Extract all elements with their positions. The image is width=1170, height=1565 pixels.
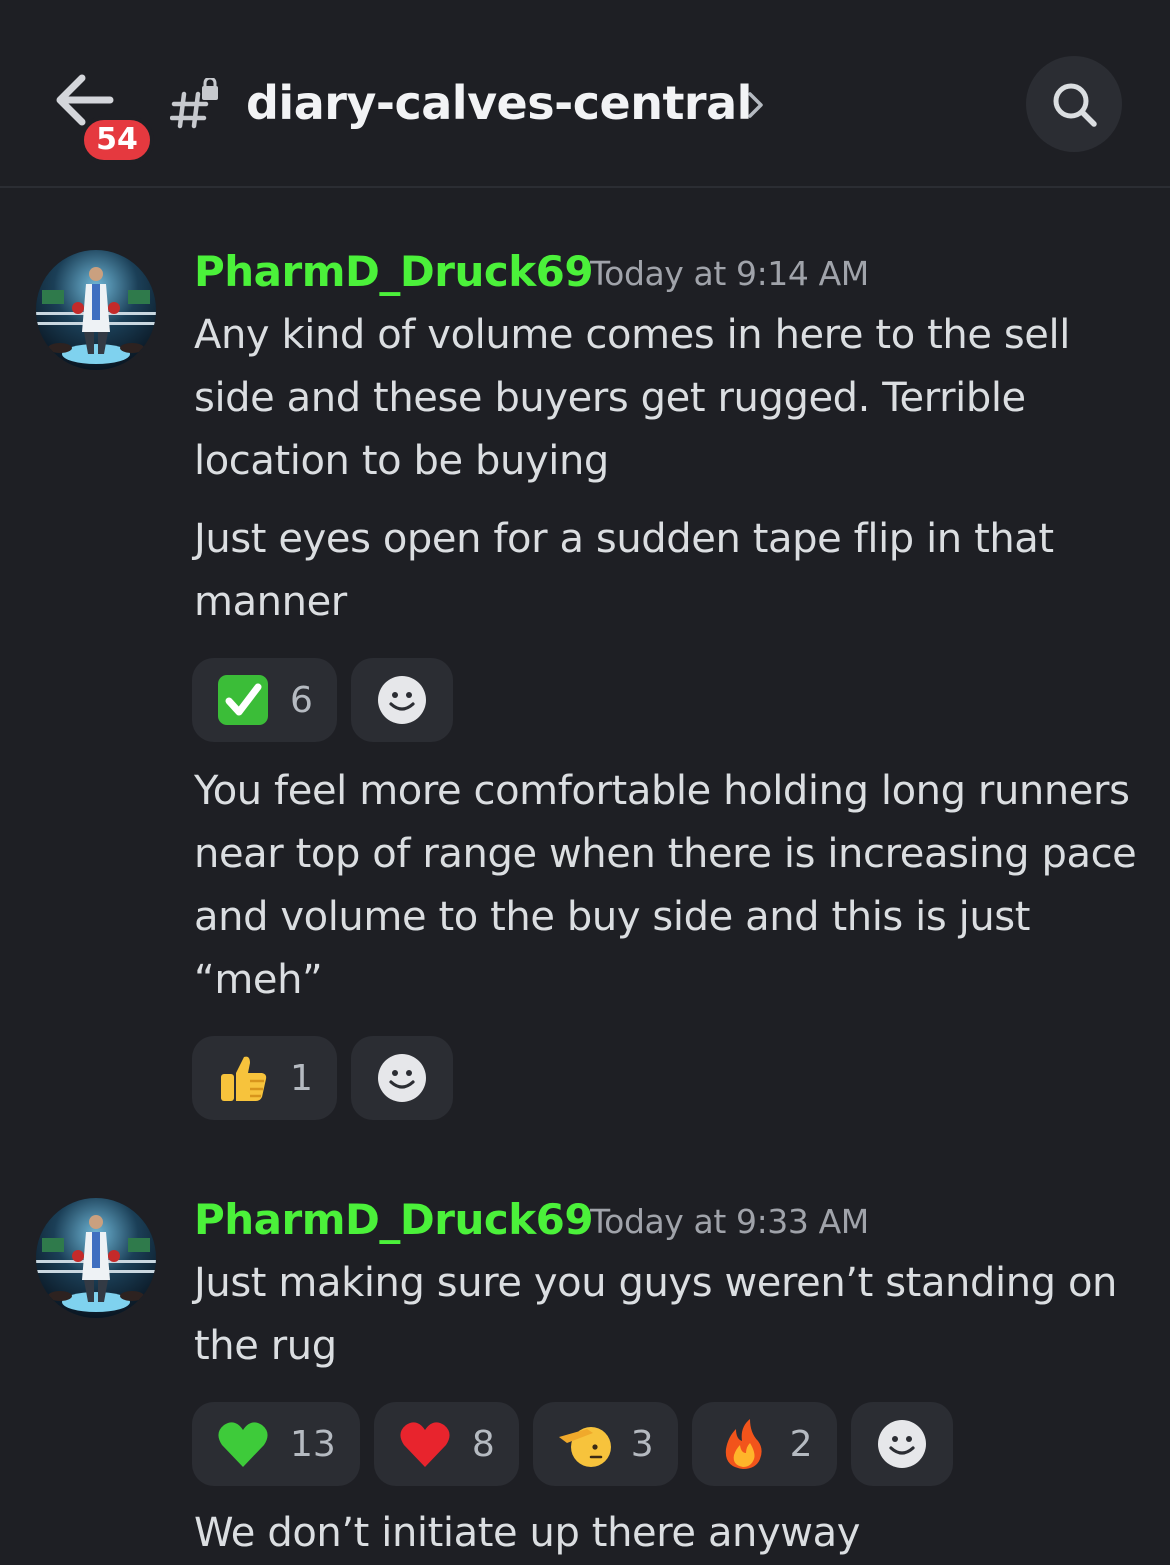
saluting-face-icon [558, 1427, 611, 1467]
reaction-count: 13 [290, 1423, 336, 1465]
reaction-green-heart[interactable]: 13 [192, 1402, 360, 1486]
reaction-count: 1 [290, 1057, 313, 1099]
reaction-count: 6 [290, 679, 313, 721]
locked-channel-hash-icon [169, 76, 222, 130]
reactions-bar: 13 8 3 2 [192, 1402, 953, 1486]
user-avatar[interactable] [36, 1198, 156, 1318]
message-text: Just making sure you guys weren’t standi… [194, 1260, 1117, 1369]
message-text: Just eyes open for a sudden tape flip in… [194, 516, 1054, 625]
message-author[interactable]: PharmD_Druck69 [194, 246, 594, 298]
message-text-cutoff: We don’t initiate up there anyway [194, 1510, 860, 1556]
fire-icon [725, 1419, 762, 1469]
reactions-bar: 1 [192, 1036, 453, 1120]
chevron-right-icon[interactable] [744, 88, 768, 122]
message-text: Any kind of volume comes in here to the … [194, 312, 1070, 484]
thumbs-up-icon [221, 1056, 267, 1101]
reaction-saluting-face[interactable]: 3 [532, 1402, 678, 1486]
search-icon [1053, 83, 1097, 127]
add-reaction-button[interactable] [350, 658, 453, 742]
reaction-red-heart[interactable]: 8 [373, 1402, 519, 1486]
check-mark-button-icon [218, 675, 268, 725]
message-timestamp: Today at 9:33 AM [590, 1202, 869, 1241]
reactions-bar: 6 [192, 658, 453, 742]
reaction-count: 8 [471, 1423, 495, 1465]
reaction-fire[interactable]: 2 [691, 1402, 837, 1486]
smiley-icon [377, 1054, 426, 1102]
reaction-count: 2 [789, 1423, 813, 1465]
smiley-icon [377, 676, 426, 724]
channel-name[interactable]: diary-calves-central [246, 70, 752, 136]
search-button[interactable] [1026, 56, 1122, 152]
unread-count-badge: 54 [80, 116, 154, 164]
reaction-count: 3 [630, 1423, 654, 1465]
message-timestamp: Today at 9:14 AM [590, 254, 869, 293]
reaction-thumbs-up[interactable]: 1 [192, 1036, 337, 1120]
add-reaction-button[interactable] [350, 1036, 453, 1120]
message-text: You feel more comfortable holding long r… [194, 768, 1137, 1003]
user-avatar[interactable] [36, 250, 156, 370]
red-heart-icon [400, 1422, 450, 1467]
channel-header: 54 diary-calves-central [0, 0, 1170, 188]
add-reaction-button[interactable] [850, 1402, 953, 1486]
green-heart-icon [218, 1422, 268, 1467]
reaction-check-mark-button[interactable]: 6 [192, 658, 337, 742]
smiley-icon [877, 1420, 926, 1468]
message-author[interactable]: PharmD_Druck69 [194, 1194, 594, 1246]
